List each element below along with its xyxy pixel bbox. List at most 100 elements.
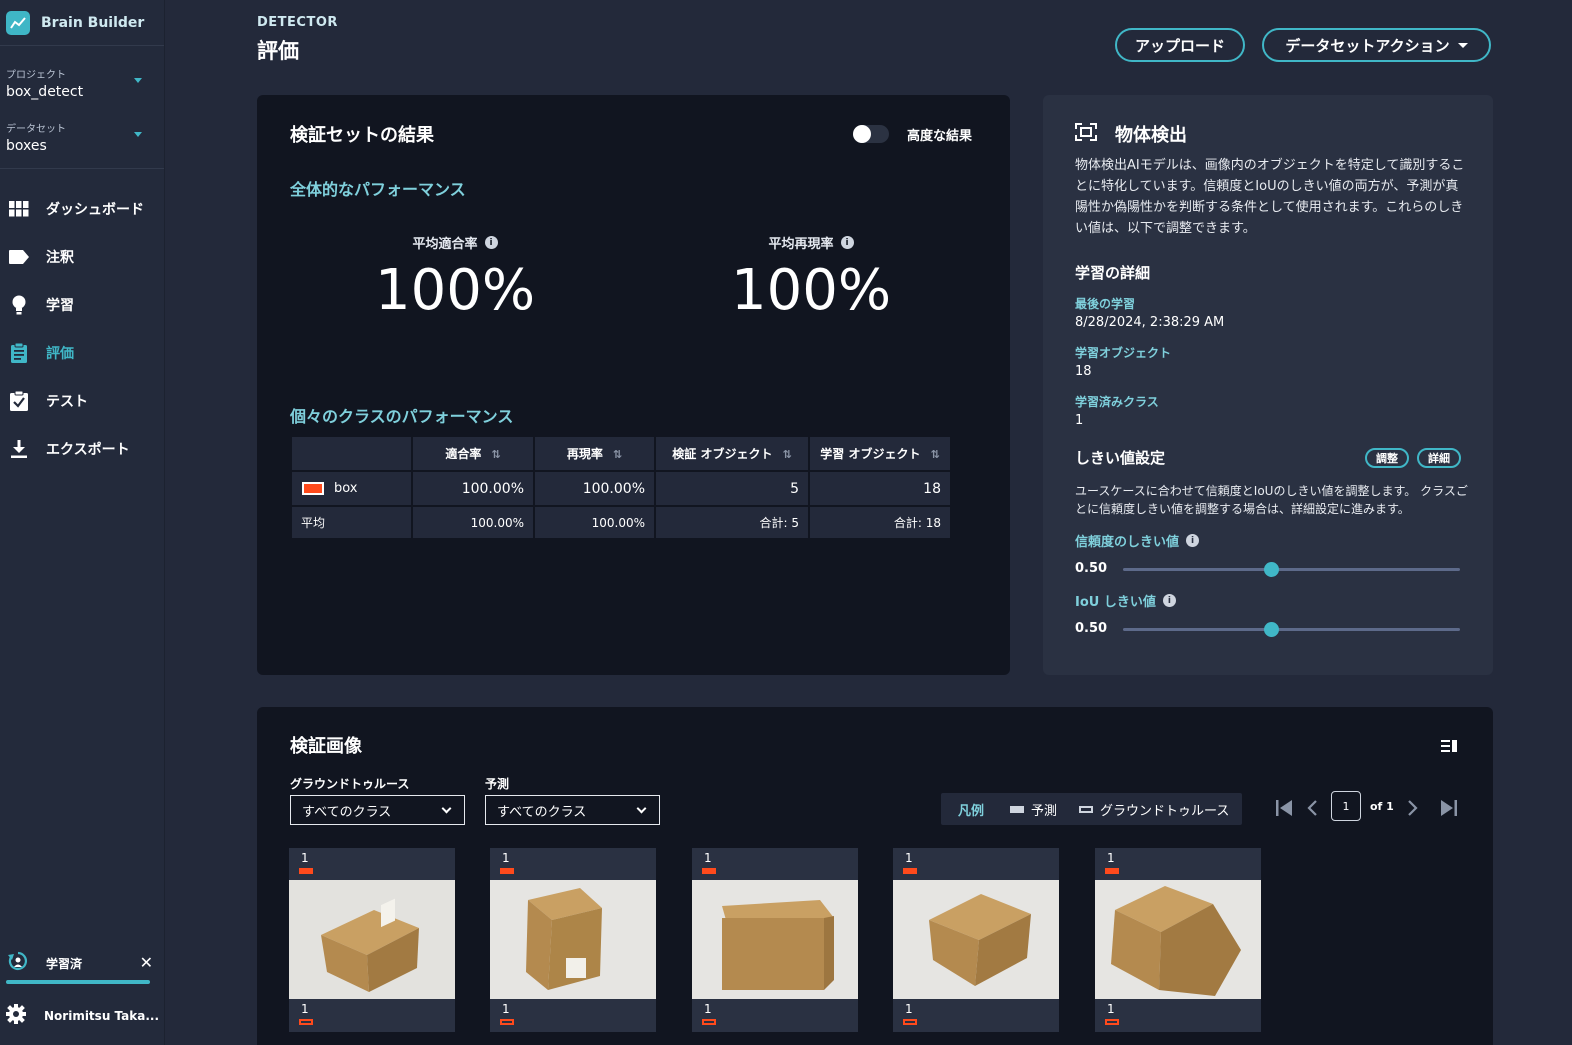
- sort-icon: ⇅: [930, 448, 940, 461]
- total-val-objects: 合計: 5: [656, 507, 808, 538]
- table-header-row: 適合率 ⇅ 再現率 ⇅ 検証 オブジェクト ⇅ 学習 オブジェクト ⇅: [292, 437, 950, 470]
- tag-icon: [9, 247, 29, 267]
- legend: 凡例 予測 グラウンドトゥルース: [941, 793, 1242, 825]
- download-icon: [9, 439, 29, 459]
- recall-caption: 平均再現率: [768, 237, 834, 252]
- project-selector[interactable]: プロジェクト box_detect: [0, 66, 164, 100]
- page-number-input[interactable]: 1: [1331, 791, 1361, 821]
- sidebar-item-label: 注釈: [46, 250, 74, 266]
- prediction-filter-label: 予測: [485, 777, 510, 791]
- validation-image-card[interactable]: 1 1: [490, 848, 656, 1032]
- prediction-select[interactable]: すべてのクラス: [485, 795, 660, 825]
- table-header-recall[interactable]: 再現率 ⇅: [535, 437, 654, 470]
- validation-image-card[interactable]: 1 1: [1095, 848, 1261, 1032]
- sidebar-item-test[interactable]: テスト: [0, 377, 164, 425]
- validation-image-card[interactable]: 1 1: [289, 848, 455, 1032]
- val-objects-cell: 5: [656, 472, 808, 505]
- detail-label: 詳細: [1428, 453, 1450, 465]
- iou-slider-track[interactable]: [1123, 622, 1460, 637]
- sidebar-item-label: テスト: [46, 394, 88, 410]
- legend-ground-truth-label: グラウンドトゥルース: [1100, 803, 1230, 819]
- sidebar-item-train[interactable]: 学習: [0, 281, 164, 329]
- sidebar-item-evaluate[interactable]: 評価: [0, 329, 164, 377]
- lightbulb-icon: [9, 295, 29, 315]
- confidence-threshold-label: 信頼度のしきい値 i: [1075, 531, 1200, 550]
- user-name: Norimitsu Taka...: [44, 1009, 160, 1023]
- table-header-precision[interactable]: 適合率 ⇅: [413, 437, 533, 470]
- header-label: 適合率: [445, 447, 482, 461]
- last-training-value: 8/28/2024, 2:38:29 AM: [1075, 315, 1225, 330]
- detail-button[interactable]: 詳細: [1417, 448, 1461, 468]
- validation-image-card[interactable]: 1 1: [893, 848, 1059, 1032]
- last-page-icon[interactable]: [1440, 799, 1458, 821]
- adjust-label: 調整: [1376, 453, 1398, 465]
- training-status: 学習済 ✕: [0, 950, 165, 984]
- sidebar-item-annotate[interactable]: 注釈: [0, 233, 164, 281]
- table-average-row: 平均 100.00% 100.00% 合計: 5 合計: 18: [292, 507, 950, 538]
- table-header-val-objects[interactable]: 検証 オブジェクト ⇅: [656, 437, 808, 470]
- info-icon[interactable]: i: [484, 236, 498, 249]
- prediction-legend-marker: [1010, 805, 1025, 813]
- table-header-class: [292, 437, 411, 470]
- class-color-swatch: [302, 482, 324, 495]
- info-icon[interactable]: i: [1162, 594, 1176, 607]
- prediction-count: 1: [1107, 851, 1115, 865]
- validation-results-panel: 検証セットの結果 高度な結果 全体的なパフォーマンス 平均適合率 i 100% 平…: [257, 95, 1010, 675]
- average-recall: 100.00%: [535, 507, 654, 538]
- brand[interactable]: Brain Builder: [0, 0, 164, 46]
- table-header-train-objects[interactable]: 学習 オブジェクト ⇅: [810, 437, 950, 470]
- advanced-results-label: 高度な結果: [907, 129, 973, 144]
- class-performance-table: 適合率 ⇅ 再現率 ⇅ 検証 オブジェクト ⇅ 学習 オブジェクト ⇅ box 100.…: [290, 435, 952, 540]
- average-precision: 100.00%: [413, 507, 533, 538]
- sidebar-item-export[interactable]: エクスポート: [0, 425, 164, 473]
- iou-slider-thumb[interactable]: [1264, 622, 1279, 637]
- ground-truth-legend-marker: [1079, 805, 1094, 813]
- advanced-results-toggle[interactable]: [853, 125, 889, 143]
- confidence-slider-thumb[interactable]: [1264, 562, 1279, 577]
- ground-truth-count: 1: [301, 1002, 309, 1016]
- info-icon[interactable]: i: [840, 236, 854, 249]
- results-title: 検証セットの結果: [290, 125, 434, 146]
- dataset-selector[interactable]: データセット boxes: [0, 120, 164, 169]
- recall-metric: 平均再現率 i 100%: [681, 233, 941, 323]
- ground-truth-select[interactable]: すべてのクラス: [290, 795, 465, 825]
- list-view-icon[interactable]: [1441, 737, 1457, 756]
- prediction-marker: [702, 868, 716, 874]
- box-photo: [692, 880, 858, 999]
- precision-caption: 平均適合率: [412, 237, 478, 252]
- ground-truth-marker: [299, 1019, 313, 1025]
- sidebar-item-label: 学習: [46, 298, 74, 314]
- next-page-icon[interactable]: [1407, 800, 1419, 820]
- ground-truth-count: 1: [1107, 1002, 1115, 1016]
- chevron-down-icon: [134, 78, 142, 83]
- user-menu[interactable]: Norimitsu Taka...: [0, 1003, 159, 1029]
- confidence-slider-track[interactable]: [1123, 562, 1460, 577]
- train-objects-cell: 18: [810, 472, 950, 505]
- confidence-label-text: 信頼度のしきい値: [1075, 535, 1180, 550]
- training-progress-bar: [6, 980, 150, 984]
- sidebar-item-dashboard[interactable]: ダッシュボード: [0, 185, 164, 233]
- clipboard-check-icon: [9, 391, 29, 411]
- validation-image-card[interactable]: 1 1: [692, 848, 858, 1032]
- box-photo: [1095, 880, 1261, 999]
- info-icon[interactable]: i: [1186, 534, 1200, 547]
- adjust-button[interactable]: 調整: [1365, 448, 1409, 468]
- class-cell: box: [292, 472, 411, 505]
- ground-truth-count: 1: [704, 1002, 712, 1016]
- ground-truth-marker: [1105, 1019, 1119, 1025]
- upload-button[interactable]: アップロード: [1115, 28, 1245, 62]
- box-photo: [893, 880, 1059, 999]
- prediction-marker: [903, 868, 917, 874]
- prev-page-icon[interactable]: [1306, 800, 1318, 820]
- first-page-icon[interactable]: [1275, 799, 1293, 821]
- dataset-action-button[interactable]: データセットアクション: [1262, 28, 1491, 62]
- sidebar-item-label: 評価: [46, 346, 74, 362]
- page-count: of 1: [1370, 800, 1394, 813]
- upload-button-label: アップロード: [1134, 37, 1225, 55]
- close-icon[interactable]: ✕: [140, 953, 153, 972]
- chevron-down-icon: [441, 803, 452, 814]
- sidebar-item-label: エクスポート: [46, 442, 130, 458]
- prediction-marker: [500, 868, 514, 874]
- prediction-marker: [1105, 868, 1119, 874]
- header-label: 学習 オブジェクト: [820, 447, 921, 461]
